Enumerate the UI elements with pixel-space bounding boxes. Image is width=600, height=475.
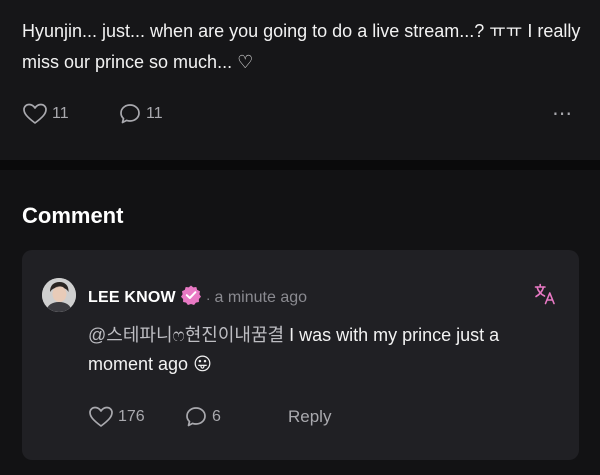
comment-section-title: Comment: [22, 203, 124, 228]
post-like-count: 11: [52, 105, 69, 122]
comment-reply-count-button[interactable]: 6: [184, 405, 221, 429]
comment-like-count: 176: [118, 408, 145, 425]
post: Hyunjin... just... when are you going to…: [0, 0, 600, 160]
post-actions: 11 11 ⋯: [22, 102, 578, 128]
post-comment-count: 11: [146, 105, 163, 122]
avatar[interactable]: [42, 278, 76, 312]
post-comment-button[interactable]: 11: [118, 102, 163, 126]
verified-badge-icon: [180, 284, 202, 311]
comment-reply-count: 6: [212, 408, 221, 425]
comment-author: LEE KNOW · a minute ago: [88, 284, 307, 311]
tongue-emoji: 😛: [193, 354, 212, 374]
comment-card: LEE KNOW · a minute ago @스테파니ෆ현진이내꿈결 I w…: [22, 250, 579, 460]
heart-icon: [88, 405, 114, 429]
translate-icon[interactable]: [533, 282, 557, 311]
post-like-button[interactable]: 11: [22, 102, 69, 126]
speech-bubble-icon: [118, 102, 142, 126]
comment-text: @스테파니ෆ현진이내꿈결 I was with my prince just a…: [88, 321, 558, 379]
speech-bubble-icon: [184, 405, 208, 429]
reply-button[interactable]: Reply: [288, 407, 331, 427]
comment-timestamp: a minute ago: [214, 288, 308, 306]
comment-actions: 176 6 Reply: [88, 405, 508, 431]
author-name[interactable]: LEE KNOW: [88, 289, 176, 307]
post-text: Hyunjin... just... when are you going to…: [22, 21, 581, 72]
comment-like-button[interactable]: 176: [88, 405, 145, 429]
more-options-icon[interactable]: ⋯: [552, 104, 574, 124]
section-divider: [0, 160, 600, 170]
heart-icon: [22, 102, 48, 126]
separator-dot: ·: [205, 289, 211, 306]
mention-link[interactable]: @스테파니ෆ현진이내꿈결: [88, 325, 284, 345]
